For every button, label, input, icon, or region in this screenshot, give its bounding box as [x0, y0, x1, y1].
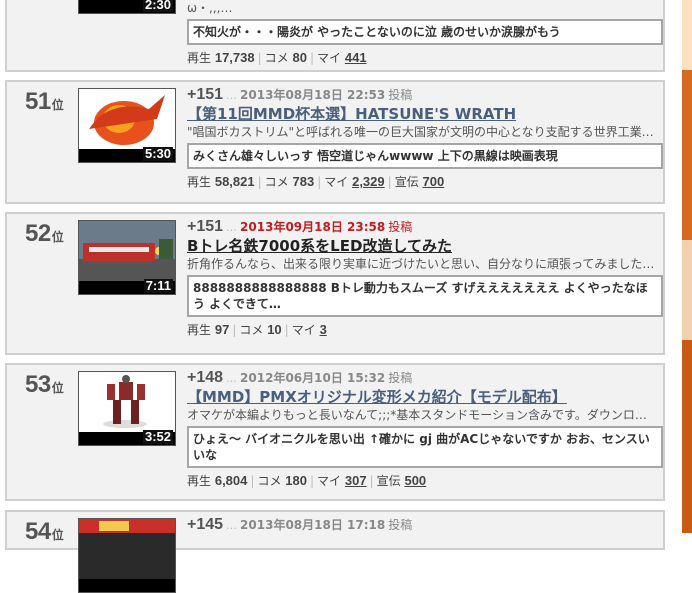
rank-number: 51位 [25, 88, 64, 115]
video-thumbnail[interactable]: 2:30 [78, 0, 176, 14]
sidebar-strip [682, 340, 692, 533]
video-title-link[interactable]: 【第11回MMD杯本選】HATSUNE'S WRATH [187, 104, 657, 124]
ranking-list: 2:30 ω・,,,… 不知火が・・・陽炎が やったことないのに泣 歳のせいか涙… [0, 0, 680, 593]
post-info: +145… 2013年08月18日 17:18 投稿 [187, 516, 413, 533]
ad-count-link[interactable]: 700 [423, 174, 445, 189]
post-date: 2013年08月18日 17:18 [240, 518, 386, 532]
ranking-card-51: 51位 5:30 +151… 2013年08月18日 22:53 投稿 【第11回M… [5, 80, 665, 204]
video-stats: 再生 17,738 | コメ 80 | マイ 441 [187, 50, 367, 65]
video-description: ω・,,,… [187, 1, 233, 15]
post-info: +151… 2013年09月18日 23:58 投稿 [187, 218, 413, 235]
duration-label: 2:30 [142, 0, 173, 12]
ranking-card-54: 54位 +145… 2013年08月18日 17:18 投稿 [5, 510, 665, 593]
comment-count: 180 [285, 473, 307, 488]
video-stats: 再生 6,804 | コメ 180 | マイ 307 | 宣伝 500 [187, 473, 427, 488]
comment-box: ひょえ～ バイオニクルを思い出 ↑確かに gj 曲がACじゃないですか おお、セ… [187, 426, 663, 468]
video-stats: 再生 58,821 | コメ 783 | マイ 2,329 | 宣伝 700 [187, 174, 445, 189]
thumbnail-art [79, 221, 175, 281]
thumbnail-art [79, 89, 175, 149]
rank-number: 53位 [25, 371, 64, 398]
view-count: 17,738 [214, 50, 255, 65]
video-description: "唱国ボカストリム"と呼ばれる唯一の巨大国家が文明の中心となり支配する世界工業… [187, 125, 654, 139]
ad-count-link[interactable]: 500 [404, 473, 426, 488]
video-thumbnail[interactable]: 5:30 [78, 88, 176, 163]
view-count: 6,804 [214, 473, 248, 488]
comment-count: 10 [267, 322, 282, 337]
mylist-count-link[interactable]: 441 [345, 50, 367, 65]
comment-count: 80 [292, 50, 307, 65]
comment-box: みくさん雄々しいっす 悟空道じゃんwwww 上下の黒線は映画表現 [187, 143, 663, 169]
rank-number: 52位 [25, 220, 64, 247]
points: +151 [187, 86, 224, 103]
thumbnail-art [79, 519, 175, 579]
video-description: オマケが本編よりもっと長いなんて;;;*基本スタンドモーション含みです。ダウンロ… [187, 408, 647, 422]
mylist-count-link[interactable]: 2,329 [352, 174, 385, 189]
points: +148 [187, 369, 224, 386]
video-title-link[interactable]: Bトレ名鉄7000系をLED改造してみた [187, 236, 657, 256]
post-date: 2012年06月10日 15:32 [240, 371, 386, 385]
sidebar-strip [682, 240, 692, 340]
comment-box: 不知火が・・・陽炎が やったことないのに泣 歳のせいか涙腺がもう [187, 19, 663, 45]
duration-label: 7:11 [143, 278, 173, 293]
points: +145 [187, 516, 224, 533]
comment-box: 8888888888888888 Bトレ動力もスムーズ すげえええええええ よく… [187, 275, 663, 317]
duration-label: 5:30 [142, 146, 173, 161]
view-count: 97 [214, 322, 230, 337]
video-thumbnail[interactable]: 7:11 [78, 220, 176, 295]
thumbnail-art [79, 372, 175, 432]
sidebar-strip [682, 0, 692, 70]
rank-number: 54位 [25, 518, 64, 545]
mylist-count-link[interactable]: 3 [320, 322, 327, 337]
points: +151 [187, 218, 224, 235]
ranking-card-partial: 2:30 ω・,,,… 不知火が・・・陽炎が やったことないのに泣 歳のせいか涙… [5, 0, 665, 72]
post-date: 2013年08月18日 22:53 [240, 88, 386, 102]
comment-count: 783 [292, 174, 315, 189]
sidebar-strip [682, 70, 692, 240]
video-description: 折角作るんなら、出来る限り実車に近づけたいと思い、自分なりに頑張ってみました… [187, 257, 655, 271]
post-date: 2013年09月18日 23:58 [240, 220, 386, 234]
duration-label: 3:52 [142, 429, 173, 444]
ranking-card-52: 52位 7:11 +151… 2013年09月18日 23:58 投稿 Bトレ名鉄7… [5, 212, 665, 355]
video-title-link[interactable]: 【MMD】PMXオリジナル変形メカ紹介【モデル配布】 [187, 387, 657, 407]
view-count: 58,821 [214, 174, 255, 189]
sidebar-edge [682, 0, 692, 533]
post-info: +151… 2013年08月18日 22:53 投稿 [187, 86, 413, 103]
ranking-card-53: 53位 3:52 +148… 2012年06月10日 15:32 投稿 【MMD】P… [5, 363, 665, 501]
mylist-count-link[interactable]: 307 [345, 473, 367, 488]
video-stats: 再生 97 | コメ 10 | マイ 3 [187, 322, 327, 337]
post-info: +148… 2012年06月10日 15:32 投稿 [187, 369, 413, 386]
video-thumbnail[interactable]: 3:52 [78, 371, 176, 446]
video-thumbnail[interactable] [78, 518, 176, 593]
